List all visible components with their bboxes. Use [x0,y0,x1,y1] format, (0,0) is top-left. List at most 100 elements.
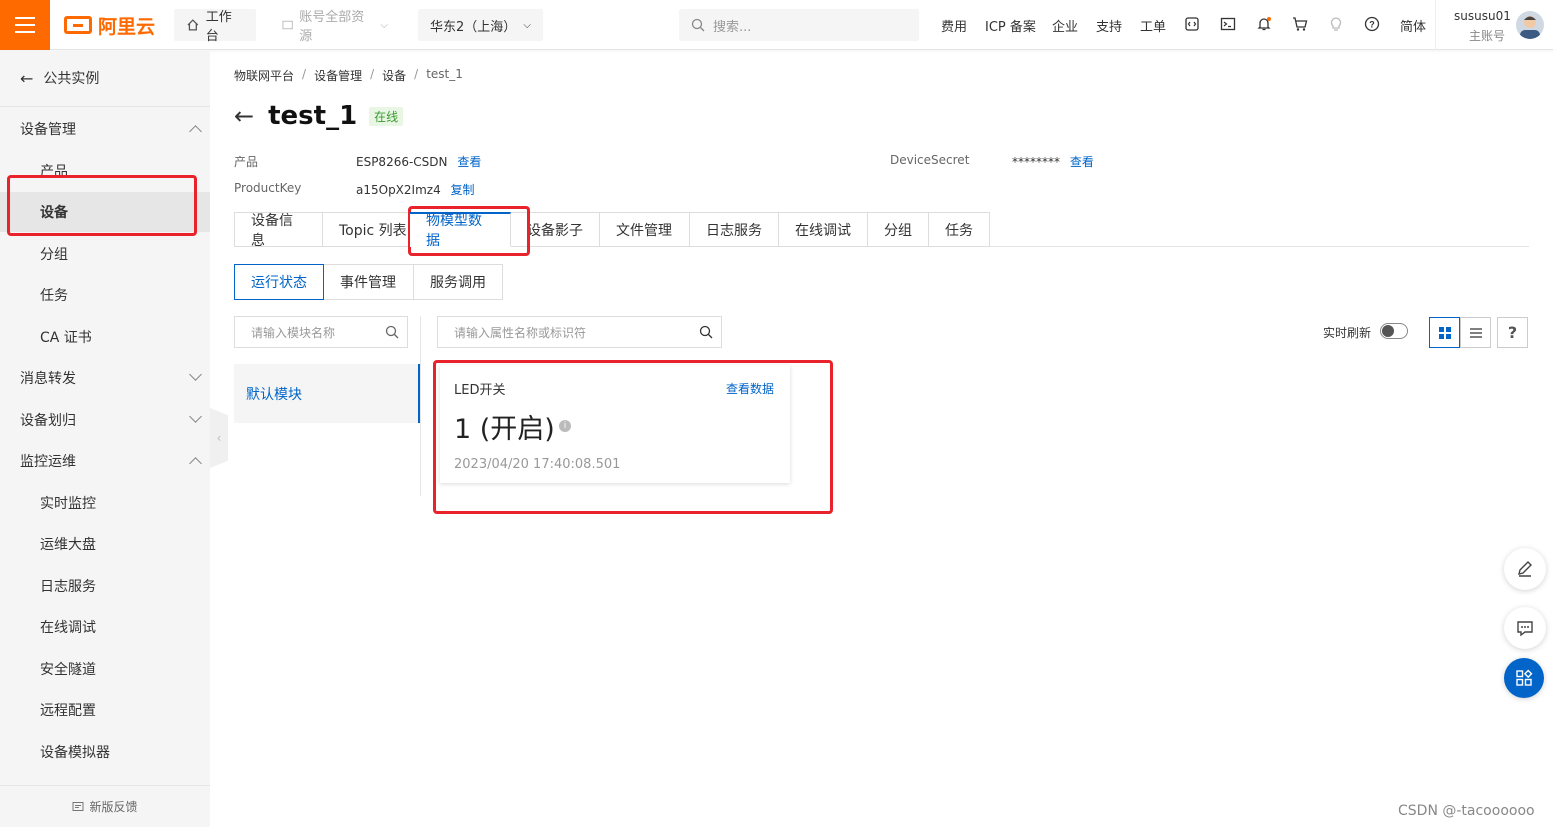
sidebar-item-label: 设备管理 [20,122,76,138]
aliyun-logo[interactable]: 阿里云 [64,13,155,38]
realtime-refresh-toggle[interactable] [1380,323,1408,339]
code-icon[interactable] [1183,15,1201,33]
account-resources-dropdown[interactable]: 账号全部资源 ⌵ [270,9,400,44]
grid-view-button[interactable] [1429,317,1460,348]
breadcrumb-separator: / [302,67,307,81]
avatar [1516,11,1544,39]
region-label: 华东2（上海） [430,19,517,35]
hamburger-menu-button[interactable] [0,0,50,50]
tab-device-shadow[interactable]: 设备影子 [511,212,600,247]
copy-productkey-link[interactable]: 复制 [451,183,475,197]
lightbulb-icon[interactable] [1327,15,1345,33]
property-search-input[interactable]: 请输入属性名称或标识符 [437,316,722,348]
breadcrumb-separator: / [414,67,419,81]
region-selector[interactable]: 华东2（上海） ⌵ [418,9,543,41]
sidebar-item-log-service[interactable]: 日志服务 [0,566,210,606]
page-header: ← test_1 在线 [234,101,404,131]
subtab-running-status[interactable]: 运行状态 [234,264,324,300]
language-switch[interactable]: 简体 [1400,16,1426,35]
chevron-down-icon: ⌵ [380,19,388,31]
workbench-button[interactable]: 工作台 [174,9,256,44]
sidebar-group-device-management[interactable]: 设备管理 [0,109,210,149]
feedback-label: 新版反馈 [89,800,138,814]
sidebar-item-product[interactable]: 产品 [0,151,210,191]
aliyun-logo-icon [64,16,92,34]
subtab-event-management[interactable]: 事件管理 [323,264,414,300]
terminal-icon[interactable] [1219,15,1237,33]
chat-float-button[interactable] [1504,607,1546,649]
support-link[interactable]: 支持 [1096,16,1122,35]
chevron-down-icon [189,368,202,381]
view-secret-link[interactable]: 查看 [1070,155,1094,169]
feedback-icon [72,801,84,811]
chevron-up-icon [189,125,202,138]
global-search-input[interactable]: 搜索... [679,9,919,41]
icp-filing-link[interactable]: ICP 备案 [985,16,1036,35]
list-view-button[interactable] [1460,317,1491,348]
ticket-link[interactable]: 工单 [1140,16,1166,35]
apps-float-button[interactable] [1504,658,1544,698]
enterprise-link[interactable]: 企业 [1052,16,1078,35]
product-label: 产品 [234,155,259,169]
subtab-service-call[interactable]: 服务调用 [413,264,503,300]
module-search-input[interactable]: 请输入模块名称 [234,316,408,348]
sidebar-collapse-handle[interactable]: ‹ [210,408,228,468]
sidebar-item-ca-cert[interactable]: CA 证书 [0,317,210,357]
help-icon[interactable]: ? [1363,15,1381,33]
sidebar-group-message-forwarding[interactable]: 消息转发 [0,358,210,398]
edit-float-button[interactable] [1504,548,1546,590]
tab-log-service[interactable]: 日志服务 [690,212,779,247]
billing-link[interactable]: 费用 [941,16,967,35]
back-to-public-instance[interactable]: ← 公共实例 [0,50,210,107]
info-icon[interactable]: i [559,420,571,432]
csdn-watermark: CSDN @-tacoooooo [1398,803,1535,819]
user-name: sususu01 [1454,9,1511,23]
feedback-button[interactable]: 新版反馈 [0,785,210,827]
sidebar-item-group[interactable]: 分组 [0,234,210,274]
sidebar-item-label: 产品 [40,164,68,180]
property-card-led-switch: LED开关 查看数据 1 (开启) i 2023/04/20 17:40:08.… [440,365,790,483]
sidebar-item-label: 远程配置 [40,703,96,719]
sidebar-item-label: 安全隧道 [40,662,96,678]
module-label: 默认模块 [246,386,302,403]
tab-group[interactable]: 分组 [868,212,929,247]
sidebar-item-label: 运维大盘 [40,537,96,553]
breadcrumb-device[interactable]: 设备 [382,67,406,84]
cart-icon[interactable] [1291,15,1309,33]
sidebar-item-device[interactable]: 设备 [0,192,210,232]
view-data-link[interactable]: 查看数据 [726,380,774,397]
sidebar-group-device-assignment[interactable]: 设备划归 [0,400,210,440]
tab-topic-list[interactable]: Topic 列表 [323,212,410,247]
sidebar-item-online-debug[interactable]: 在线调试 [0,607,210,647]
sidebar-item-realtime-monitor[interactable]: 实时监控 [0,483,210,523]
tab-task[interactable]: 任务 [929,212,990,247]
user-account-menu[interactable]: sususu01 主账号 [1435,0,1553,50]
module-item-default[interactable]: 默认模块 [234,364,420,423]
sidebar-item-device-simulator[interactable]: 设备模拟器 [0,732,210,772]
breadcrumb-device-management[interactable]: 设备管理 [314,67,362,84]
page-title: test_1 [268,101,358,131]
productkey-value-row: a15OpX2Imz4 复制 [356,181,475,198]
sidebar-item-secure-tunnel[interactable]: 安全隧道 [0,649,210,689]
sidebar-item-remote-config[interactable]: 远程配置 [0,690,210,730]
sidebar-item-label: 设备模拟器 [40,745,110,761]
sidebar-group-monitoring[interactable]: 监控运维 [0,441,210,481]
view-product-link[interactable]: 查看 [457,155,481,169]
breadcrumb-iot-platform[interactable]: 物联网平台 [234,67,294,84]
list-icon [1469,327,1482,338]
sidebar-item-task[interactable]: 任务 [0,275,210,315]
bell-icon[interactable] [1255,15,1273,33]
tab-online-debug[interactable]: 在线调试 [779,212,868,247]
tab-thing-model-data[interactable]: 物模型数据 [410,212,511,249]
tab-file-management[interactable]: 文件管理 [600,212,690,247]
tab-device-info[interactable]: 设备信息 [234,212,323,249]
resource-icon [282,20,293,30]
account-resources-label: 账号全部资源 [299,10,365,44]
sidebar-item-label: 在线调试 [40,620,96,636]
help-button[interactable]: ? [1497,317,1528,348]
sidebar-item-ops-dashboard[interactable]: 运维大盘 [0,524,210,564]
devicesecret-value-row: ******** 查看 [1012,153,1094,170]
property-search-placeholder: 请输入属性名称或标识符 [454,325,587,340]
svg-text:?: ? [1369,20,1375,30]
back-arrow-icon[interactable]: ← [234,102,254,130]
